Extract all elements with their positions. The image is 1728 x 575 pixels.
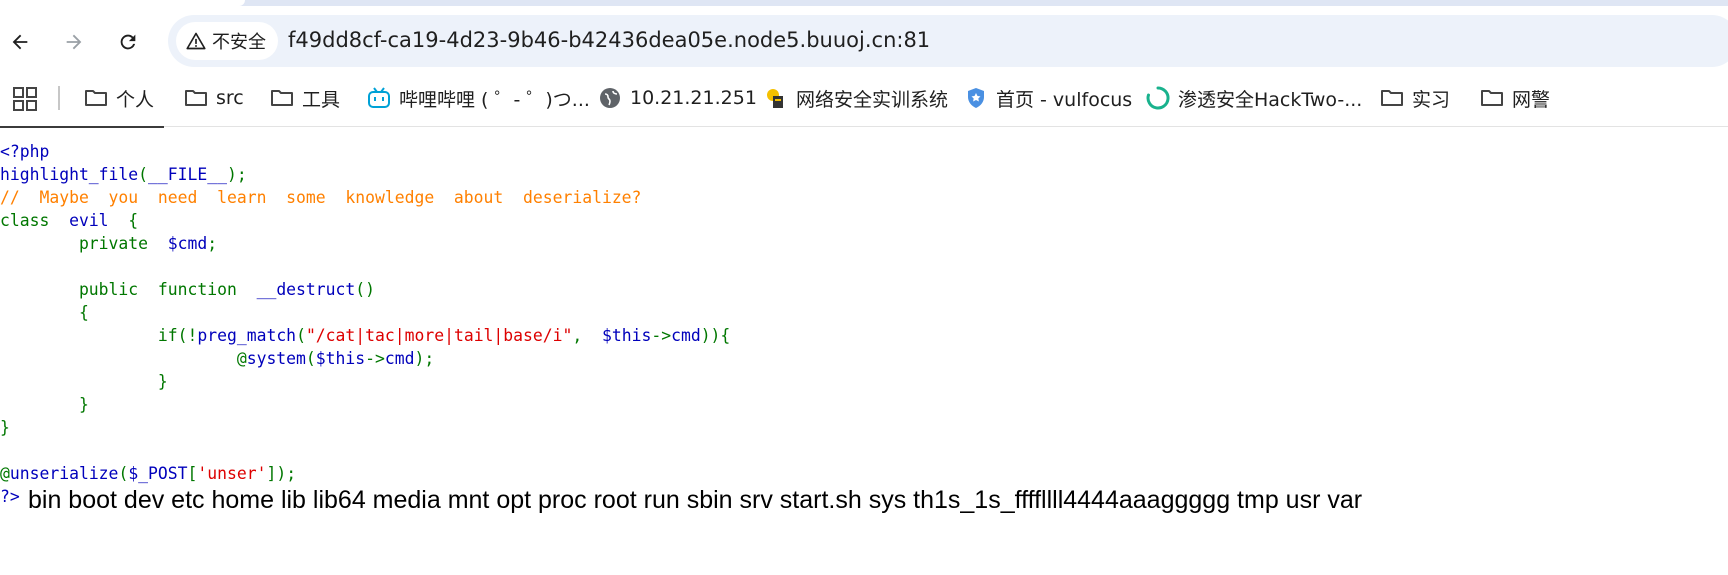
code-comment: // Maybe you need learn some knowledge a…	[0, 188, 642, 207]
bookmark-label: 工具	[302, 88, 341, 111]
code-token: )){	[700, 326, 731, 345]
url-text[interactable]: f49dd8cf-ca19-4d23-9b46-b42436dea05e.nod…	[288, 28, 930, 52]
code-token: (	[296, 326, 306, 345]
bookmark-folder-src[interactable]: src	[184, 82, 244, 114]
bookmark-label: 渗透安全HackTwo-...	[1178, 88, 1363, 111]
toolbar-divider	[0, 126, 1728, 127]
bookmark-label: 实习	[1412, 88, 1451, 111]
back-button[interactable]	[2, 24, 38, 60]
code-token: private	[0, 234, 168, 253]
code-token: (	[138, 165, 149, 184]
arrow-right-icon	[66, 34, 82, 50]
address-bar[interactable]: 不安全 f49dd8cf-ca19-4d23-9b46-b42436dea05e…	[168, 15, 1728, 67]
code-token: @	[0, 464, 10, 483]
bookmark-folder-personal[interactable]: 个人	[84, 82, 154, 114]
bookmark-folder-internship[interactable]: 实习	[1380, 82, 1450, 114]
bookmark-label: 首页 - vulfocus	[996, 88, 1133, 111]
code-token: highlight_file	[0, 165, 139, 184]
bookmark-hacktwo[interactable]: 渗透安全HackTwo-...	[1146, 82, 1362, 114]
bookmark-training-system[interactable]: 网络安全实训系统	[764, 82, 948, 114]
apps-grid-icon	[13, 87, 37, 111]
shield-icon	[968, 88, 984, 108]
bilibili-icon	[368, 87, 390, 108]
bookmark-label: 哔哩哔哩 ( ゜- ゜)つ...	[399, 88, 590, 111]
code-token: __destruct	[256, 280, 356, 299]
bookmark-label: 10.21.21.251	[630, 87, 757, 109]
bookmark-folder-police[interactable]: 网警	[1480, 82, 1550, 114]
code-token: ;	[207, 234, 218, 253]
code-token: @	[0, 349, 247, 368]
code-token: {	[0, 303, 89, 322]
code-token: system	[246, 349, 306, 368]
code-token: cmd	[671, 326, 701, 345]
code-token: );	[226, 165, 247, 184]
bookmark-hover-underline	[0, 126, 164, 128]
code-token: $this	[315, 349, 366, 368]
folder-icon	[85, 90, 107, 106]
forward-button[interactable]	[56, 24, 92, 60]
code-token: ()	[355, 280, 376, 299]
browser-toolbar: 不安全 f49dd8cf-ca19-4d23-9b46-b42436dea05e…	[0, 6, 1728, 76]
php-source-code: <?php highlight_file(__FILE__); // Maybe…	[0, 140, 730, 508]
code-token: );	[414, 349, 435, 368]
code-token: $_POST	[128, 464, 188, 483]
code-token: $this	[601, 326, 652, 345]
code-token: }	[0, 418, 10, 437]
folder-icon	[271, 90, 293, 106]
arrow-left-icon	[12, 34, 28, 50]
code-token: <?php	[0, 142, 50, 161]
bookmark-label: 网警	[1512, 88, 1551, 111]
circle-loader-icon	[1146, 86, 1170, 110]
code-token: public function	[0, 280, 257, 299]
code-token: }	[0, 395, 89, 414]
bookmark-label: 个人	[116, 88, 155, 111]
warning-triangle-icon	[186, 32, 206, 50]
code-token: class	[0, 211, 70, 230]
code-token: (	[305, 349, 316, 368]
apps-button[interactable]	[12, 86, 38, 112]
code-token: {	[128, 211, 139, 230]
bookmark-bilibili[interactable]: 哔哩哔哩 ( ゜- ゜)つ...	[367, 82, 590, 114]
code-token: preg_match	[197, 326, 297, 345]
code-token: }	[0, 372, 168, 391]
code-token: if(!	[0, 326, 198, 345]
code-token: ->	[365, 349, 385, 368]
bookmark-label: src	[216, 87, 244, 109]
folder-icon	[185, 90, 207, 106]
globe-icon	[600, 88, 620, 108]
code-token: __FILE__	[148, 165, 227, 184]
code-token: ->	[651, 326, 672, 345]
code-string: 'unser'	[197, 464, 267, 483]
security-label: 不安全	[212, 32, 266, 53]
code-token: $cmd	[167, 234, 208, 253]
code-token: ,	[572, 326, 602, 345]
code-token: evil	[69, 211, 129, 230]
site-icon	[767, 89, 783, 108]
reload-icon	[120, 34, 136, 50]
code-token: [	[187, 464, 198, 483]
code-token: ?>	[0, 487, 20, 506]
code-token: unserialize	[9, 464, 119, 483]
command-output: bin boot dev etc home lib lib64 media mn…	[28, 486, 1363, 514]
bookmarks-separator	[58, 86, 60, 110]
bookmark-folder-tools[interactable]: 工具	[270, 82, 340, 114]
bookmark-label: 网络安全实训系统	[796, 88, 949, 111]
bookmark-vulfocus[interactable]: 首页 - vulfocus	[964, 82, 1132, 114]
security-indicator[interactable]: 不安全	[176, 22, 278, 60]
code-token: (	[118, 464, 129, 483]
bookmarks-bar: 个人 src 工具 哔哩哔哩 ( ゜- ゜)つ... 10.21.21.251 …	[0, 76, 1728, 120]
bookmark-ip[interactable]: 10.21.21.251	[598, 82, 757, 114]
folder-icon	[1381, 90, 1403, 106]
code-string: "/cat|tac|more|tail|base/i"	[305, 326, 573, 345]
folder-icon	[1481, 90, 1503, 106]
code-token: ]);	[266, 464, 297, 483]
reload-button[interactable]	[110, 24, 146, 60]
code-token: cmd	[384, 349, 415, 368]
